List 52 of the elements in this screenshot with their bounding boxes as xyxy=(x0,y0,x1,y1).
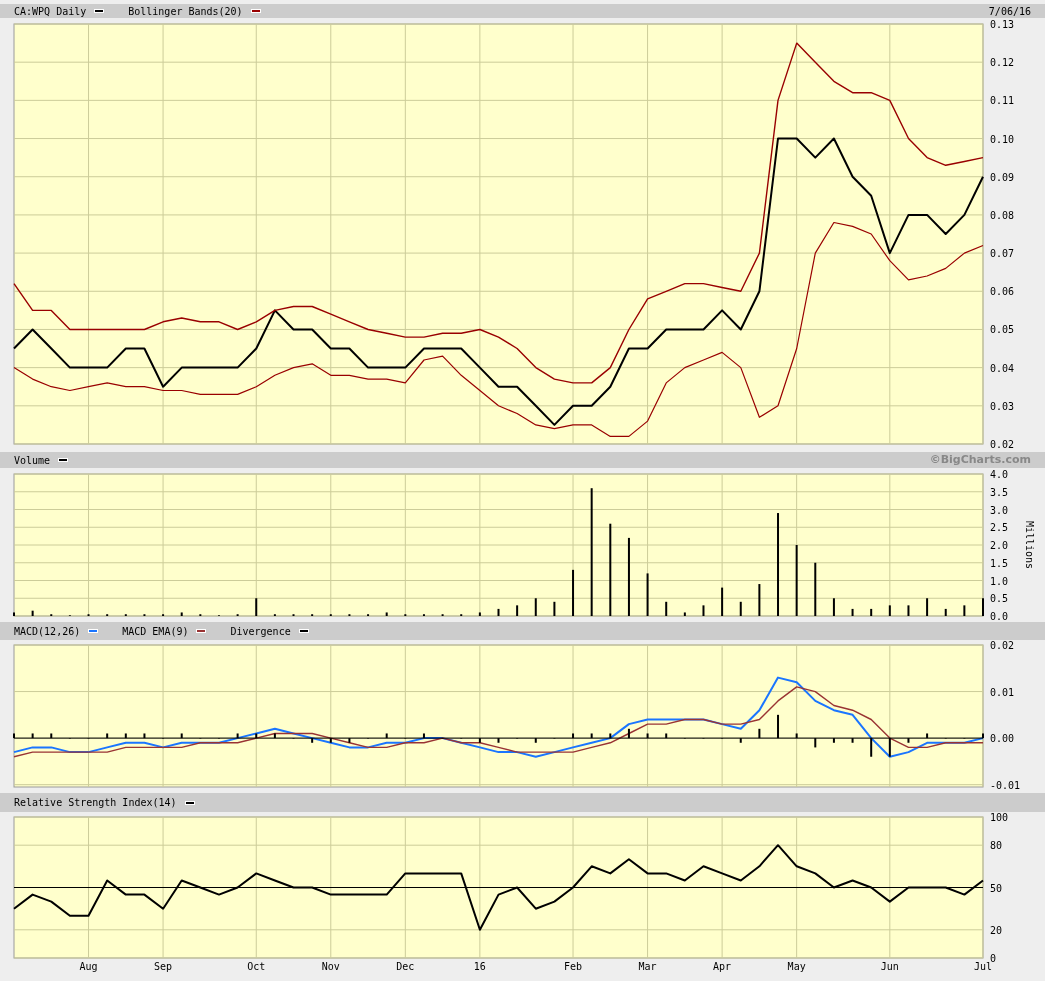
y-axis-label: 3.0 xyxy=(990,504,1009,516)
x-axis-label: 16 xyxy=(473,961,486,972)
y-axis-label: 0.11 xyxy=(990,95,1015,107)
y-axis-label: 0.0 xyxy=(990,611,1009,622)
y-axis-label: 50 xyxy=(990,882,1003,894)
y-axis-label: 100 xyxy=(990,812,1009,823)
legend-label: Divergence xyxy=(230,624,291,639)
y-axis-label: 2.0 xyxy=(990,540,1009,551)
y-axis-label: 0.08 xyxy=(990,209,1015,221)
y-axis-label: 0.12 xyxy=(990,57,1015,69)
x-axis-label: Jun xyxy=(880,961,899,972)
y-axis-label: 0.02 xyxy=(990,640,1015,651)
y-axis-label: 3.5 xyxy=(990,486,1009,498)
y-axis-label: 0.09 xyxy=(990,171,1015,183)
y-axis-label: 0.07 xyxy=(990,248,1015,260)
y-axis-label: 4.0 xyxy=(990,469,1009,480)
legend-label: Volume xyxy=(14,453,51,468)
x-axis-label: Jul xyxy=(973,961,993,972)
y-axis-label: 0.04 xyxy=(990,362,1015,374)
x-axis-label: Aug xyxy=(79,961,98,972)
y-axis-label: 0.01 xyxy=(990,686,1015,698)
copyright-text: ©BigCharts.com xyxy=(929,451,1031,468)
y-axis-label: -0.01 xyxy=(990,779,1021,791)
legend-label: CA:WPQ Daily xyxy=(14,4,87,19)
y-axis-label: 20 xyxy=(990,924,1003,936)
legend-label: MACD(12,26) xyxy=(14,624,81,639)
y-axis-label: 80 xyxy=(990,840,1003,852)
x-axis-label: May xyxy=(787,961,806,972)
x-axis-label: Dec xyxy=(396,961,415,972)
chart-date: 7/06/16 xyxy=(988,4,1031,19)
x-axis-label: Oct xyxy=(247,961,266,972)
y-axis-label: 1.0 xyxy=(990,575,1009,587)
y-axis-label: 0 xyxy=(990,953,997,964)
y-axis-label: 2.5 xyxy=(990,522,1009,534)
x-axis-label: Sep xyxy=(154,961,173,972)
legend-label: Bollinger Bands(20) xyxy=(128,4,243,19)
y-axis-label: 0.06 xyxy=(990,286,1015,298)
x-axis-label: Mar xyxy=(638,961,657,972)
legend-label: MACD EMA(9) xyxy=(122,624,189,639)
y-axis-label: 0.13 xyxy=(990,19,1015,30)
y-axis-label: 0.5 xyxy=(990,593,1009,605)
y-axis-label: 0.05 xyxy=(990,324,1015,336)
y-axis-label: 0.02 xyxy=(990,439,1015,450)
y-axis-title: Millions xyxy=(1024,520,1035,570)
y-axis-label: 1.5 xyxy=(990,557,1009,569)
legend-label: Relative Strength Index(14) xyxy=(14,796,177,810)
y-axis-label: 0.03 xyxy=(990,400,1015,412)
y-axis-label: 0.00 xyxy=(990,733,1015,745)
y-axis-label: 0.10 xyxy=(990,133,1015,145)
x-axis-label: Feb xyxy=(564,961,583,972)
x-axis-label: Nov xyxy=(321,961,340,972)
x-axis-label: Apr xyxy=(713,961,732,972)
